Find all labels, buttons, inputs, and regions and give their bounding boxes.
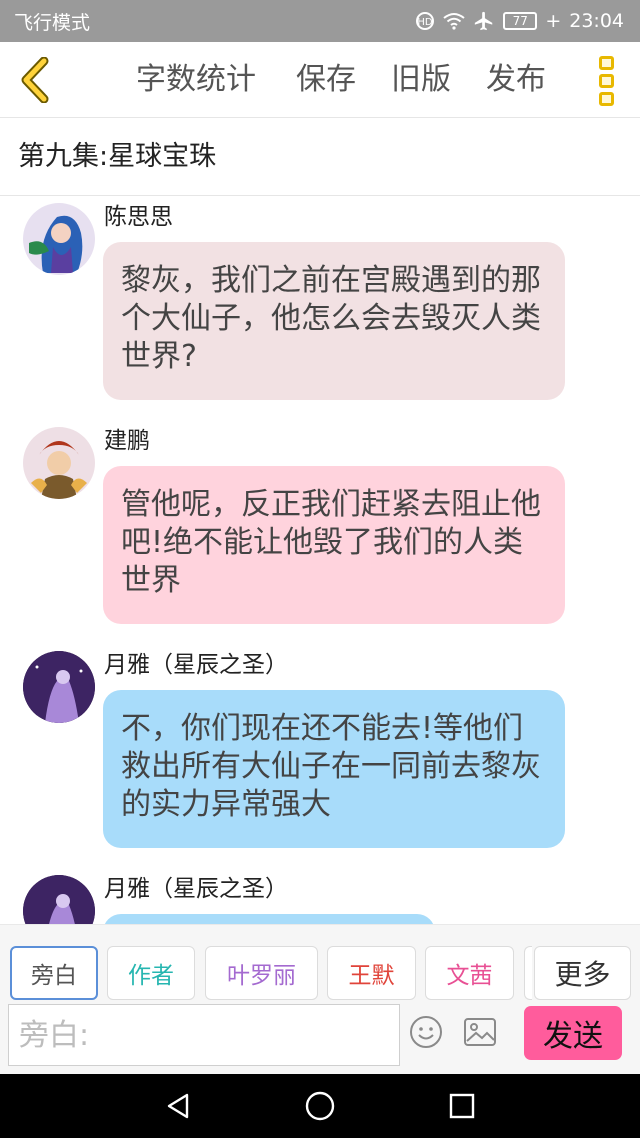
speaker-name: 建鹏 [104,428,150,454]
back-button[interactable] [10,52,60,108]
more-roles-button[interactable]: 更多 [534,946,631,1000]
airplane-icon [475,11,493,31]
role-tag-narration[interactable]: 旁白 [10,946,98,1000]
character-portrait-icon [23,427,95,499]
character-portrait-icon [23,875,95,924]
role-tag-wang-mo[interactable]: 王默 [327,946,416,1000]
battery-icon: 77 [503,12,538,30]
avatar[interactable] [23,875,95,924]
chat-message: 月雅（星辰之圣） 不，你们现在还不能去!等他们救出所有大仙子在一同前去黎灰的实力… [0,648,640,858]
home-circle-icon [305,1091,335,1121]
avatar[interactable] [23,427,95,499]
role-tag-bar: 旁白 作者 叶罗丽 王默 文茜 更多 [0,924,640,1004]
message-bubble[interactable]: 管他呢，反正我们赶紧去阻止他吧!绝不能让他毁了我们的人类世界 [103,466,565,624]
dialogue-input[interactable] [8,1004,400,1066]
send-button[interactable]: 发送 [524,1006,622,1060]
chat-message: 建鹏 管他呢，反正我们赶紧去阻止他吧!绝不能让他毁了我们的人类世界 [0,424,640,634]
lte-call-icon: HD [416,12,435,30]
emoji-button[interactable] [408,1014,444,1050]
role-tag-overflow [524,946,532,1000]
message-bubble[interactable]: 黎灰，我们之前在宫殿遇到的那个大仙子，他怎么会去毁灭人类世界? [103,242,565,400]
chat-list[interactable]: 陈思思 黎灰，我们之前在宫殿遇到的那个大仙子，他怎么会去毁灭人类世界? 建鹏 管… [0,196,640,924]
wifi-icon [443,13,465,30]
message-bubble[interactable]: 不，你们现在还不能去!等他们救出所有大仙子在一同前去黎灰的实力异常强大 [103,690,565,848]
character-portrait-icon [23,651,95,723]
image-icon [464,1018,496,1046]
role-tag-ye-luoli[interactable]: 叶罗丽 [205,946,318,1000]
image-button[interactable] [462,1014,498,1050]
charging-icon: + [545,10,562,32]
menu-dot-icon [598,56,614,70]
message-bubble[interactable] [103,914,435,924]
smiley-icon [410,1016,442,1048]
avatar[interactable] [23,651,95,723]
airplane-mode-label: 飞行模式 [14,11,91,34]
word-count-button[interactable]: 字数统计 [136,60,256,100]
editor-toolbar: 字数统计 保存 旧版 发布 [0,42,640,118]
publish-button[interactable]: 发布 [486,60,546,100]
character-portrait-icon [23,203,95,275]
old-version-button[interactable]: 旧版 [391,60,451,100]
speaker-name: 月雅（星辰之圣） [104,652,288,678]
input-bar: 发送 [0,1000,640,1074]
speaker-name: 月雅（星辰之圣） [104,876,288,902]
episode-title[interactable]: 第九集:星球宝珠 [0,118,640,196]
clock: 23:04 [569,10,624,32]
svg-text:HD: HD [418,17,434,28]
role-tag-wen-xi[interactable]: 文茜 [425,946,514,1000]
menu-dot-icon [598,74,614,88]
system-nav-bar [0,1074,640,1138]
chat-message: 陈思思 黎灰，我们之前在宫殿遇到的那个大仙子，他怎么会去毁灭人类世界? [0,200,640,410]
save-button[interactable]: 保存 [296,60,356,100]
menu-dot-icon [598,92,614,106]
battery-level: 77 [512,14,528,28]
nav-back-button[interactable] [160,1088,196,1124]
chat-message: 月雅（星辰之圣） [0,872,640,924]
chevron-left-icon [21,57,49,103]
nav-recents-button[interactable] [444,1088,480,1124]
status-icons: HD 77 + 23:04 [415,10,624,32]
avatar[interactable] [23,203,95,275]
recents-square-icon [449,1093,475,1119]
status-bar: 飞行模式 HD 77 + 23:04 [0,0,640,42]
more-menu-button[interactable] [590,54,622,108]
nav-home-button[interactable] [302,1088,338,1124]
role-tag-author[interactable]: 作者 [107,946,195,1000]
back-triangle-icon [167,1093,189,1119]
speaker-name: 陈思思 [104,204,173,230]
